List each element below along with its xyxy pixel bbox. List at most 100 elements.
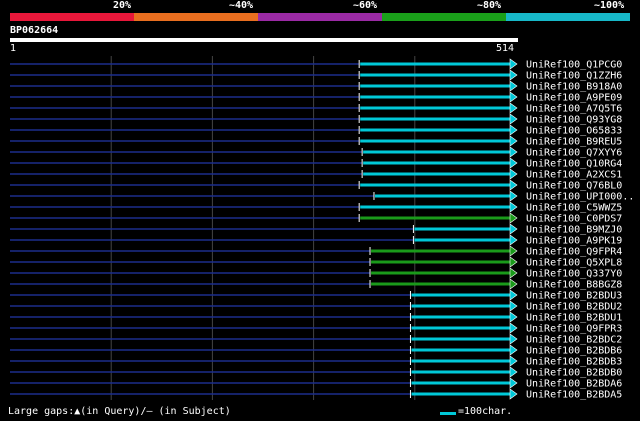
hit-arrow-icon	[509, 124, 518, 136]
hit-label[interactable]: UniRef100_B2BDU1	[526, 313, 622, 324]
hit-row[interactable]: UniRef100_A7Q5T6	[10, 102, 622, 115]
hit-label[interactable]: UniRef100_B8BGZ8	[526, 280, 622, 291]
legend-gaps-text: Large gaps:▲(in Query)/— (in Subject)	[8, 406, 231, 417]
hit-arrow-icon	[509, 333, 518, 345]
hit-arrow-icon	[509, 135, 518, 147]
hit-row[interactable]: UniRef100_B2BDA6	[10, 377, 622, 390]
hit-bar	[411, 348, 511, 352]
hit-row[interactable]: UniRef100_B918A0	[10, 80, 622, 93]
hit-arrow-icon	[509, 212, 518, 224]
hit-bar	[411, 392, 511, 396]
hit-row[interactable]: UniRef100_Q1ZZH6	[10, 69, 622, 82]
hit-bar	[360, 128, 511, 132]
hit-row[interactable]: UniRef100_B8BGZ8	[10, 278, 622, 291]
hit-row[interactable]: UniRef100_B2BDB3	[10, 355, 622, 368]
hit-label[interactable]: UniRef100_C5WWZ5	[526, 203, 622, 214]
hit-label[interactable]: UniRef100_A9PK19	[526, 236, 622, 247]
hit-row[interactable]: UniRef100_Q93YG8	[10, 113, 622, 126]
hit-label[interactable]: UniRef100_Q9FPR4	[526, 247, 622, 258]
hit-bar	[411, 381, 511, 385]
hit-row[interactable]: UniRef100_Q1PCG0	[10, 58, 622, 71]
hit-row[interactable]: UniRef100_B9REU5	[10, 135, 622, 148]
hit-label[interactable]: UniRef100_Q93YG8	[526, 115, 622, 126]
hit-row[interactable]: UniRef100_Q76BL0	[10, 179, 622, 192]
hit-bar	[360, 84, 511, 88]
hit-arrow-icon	[509, 179, 518, 191]
hit-row[interactable]: UniRef100_B2BDC2	[10, 333, 622, 346]
hit-arrow-icon	[509, 300, 518, 312]
hit-row[interactable]: UniRef100_C5WWZ5	[10, 201, 622, 214]
hit-row[interactable]: UniRef100_Q7XYY6	[10, 146, 622, 159]
hit-label[interactable]: UniRef100_Q1PCG0	[526, 60, 622, 71]
hit-bar	[414, 238, 511, 242]
hit-row[interactable]: UniRef100_B2BDU3	[10, 289, 622, 302]
hit-arrow-icon	[509, 168, 518, 180]
hit-row[interactable]: UniRef100_Q5XPL8	[10, 256, 622, 269]
hit-arrow-icon	[509, 91, 518, 103]
hit-label[interactable]: UniRef100_Q7XYY6	[526, 148, 622, 159]
hit-row[interactable]: UniRef100_B2BDU1	[10, 311, 622, 324]
hit-label[interactable]: UniRef100_B2BDU2	[526, 302, 622, 313]
hit-bar	[411, 304, 511, 308]
hit-alignment-chart: UniRef100_Q1PCG0UniRef100_Q1ZZH6UniRef10…	[10, 56, 634, 401]
hit-row[interactable]: UniRef100_C0PDS7	[10, 212, 622, 225]
hit-label[interactable]: UniRef100_Q5XPL8	[526, 258, 622, 269]
hit-row[interactable]: UniRef100_B2BDU2	[10, 300, 622, 313]
hit-label[interactable]: UniRef100_A9PE09	[526, 93, 622, 104]
hit-label[interactable]: UniRef100_B2BDC2	[526, 335, 622, 346]
hit-label[interactable]: UniRef100_B9REU5	[526, 137, 622, 148]
hit-label[interactable]: UniRef100_C0PDS7	[526, 214, 622, 225]
hit-arrow-icon	[509, 278, 518, 290]
hit-row[interactable]: UniRef100_A9PK19	[10, 234, 622, 247]
hit-row[interactable]: UniRef100_B2BDB0	[10, 366, 622, 379]
hit-bar	[371, 282, 511, 286]
hit-row[interactable]: UniRef100_A9PE09	[10, 91, 622, 104]
hit-row[interactable]: UniRef100_A2XCS1	[10, 168, 622, 181]
hit-arrow-icon	[509, 69, 518, 81]
hit-label[interactable]: UniRef100_Q9FPR3	[526, 324, 622, 335]
hit-label[interactable]: UniRef100_B918A0	[526, 82, 622, 93]
hit-bar	[411, 370, 511, 374]
hit-bar	[360, 216, 511, 220]
hit-bar	[360, 183, 511, 187]
hit-arrow-icon	[509, 102, 518, 114]
hit-row[interactable]: UniRef100_B2BDB6	[10, 344, 622, 357]
hit-row[interactable]: UniRef100_Q9FPR4	[10, 245, 622, 258]
hit-label[interactable]: UniRef100_A7Q5T6	[526, 104, 622, 115]
hit-row[interactable]: UniRef100_B9MZJ0	[10, 223, 622, 236]
hit-bar	[411, 293, 511, 297]
hit-arrow-icon	[509, 58, 518, 70]
hit-bar	[360, 62, 511, 66]
hit-row[interactable]: UniRef100_Q337Y0	[10, 267, 622, 280]
hit-bar	[360, 106, 511, 110]
hit-label[interactable]: UniRef100_Q1ZZH6	[526, 71, 622, 82]
legend-scale-text: =100char.	[458, 406, 513, 417]
hit-row[interactable]: UniRef100_Q10RG4	[10, 157, 622, 170]
hit-label[interactable]: UniRef100_Q337Y0	[526, 269, 622, 280]
hit-bar	[363, 172, 511, 176]
hit-label[interactable]: UniRef100_Q76BL0	[526, 181, 622, 192]
hit-label[interactable]: UniRef100_B2BDA6	[526, 379, 622, 390]
hit-row[interactable]: UniRef100_O65833	[10, 124, 622, 137]
hit-label[interactable]: UniRef100_UPI000..	[526, 192, 634, 203]
hit-bar	[411, 315, 511, 319]
hit-label[interactable]: UniRef100_B2BDB6	[526, 346, 622, 357]
hit-arrow-icon	[509, 289, 518, 301]
hit-bar	[371, 260, 511, 264]
hit-row[interactable]: UniRef100_Q9FPR3	[10, 322, 622, 335]
hit-label[interactable]: UniRef100_B2BDU3	[526, 291, 622, 302]
hit-label[interactable]: UniRef100_B2BDB0	[526, 368, 622, 379]
hit-arrow-icon	[509, 344, 518, 356]
hit-arrow-icon	[509, 201, 518, 213]
hit-label[interactable]: UniRef100_Q10RG4	[526, 159, 622, 170]
hit-arrow-icon	[509, 190, 518, 202]
hit-label[interactable]: UniRef100_A2XCS1	[526, 170, 622, 181]
hit-bar	[414, 227, 511, 231]
hit-label[interactable]: UniRef100_B2BDA5	[526, 390, 622, 401]
hit-label[interactable]: UniRef100_B9MZJ0	[526, 225, 622, 236]
hit-row[interactable]: UniRef100_UPI000..	[10, 190, 634, 203]
hit-label[interactable]: UniRef100_O65833	[526, 126, 622, 137]
hit-row[interactable]: UniRef100_B2BDA5	[10, 388, 622, 401]
hit-label[interactable]: UniRef100_B2BDB3	[526, 357, 622, 368]
hit-arrow-icon	[509, 245, 518, 257]
